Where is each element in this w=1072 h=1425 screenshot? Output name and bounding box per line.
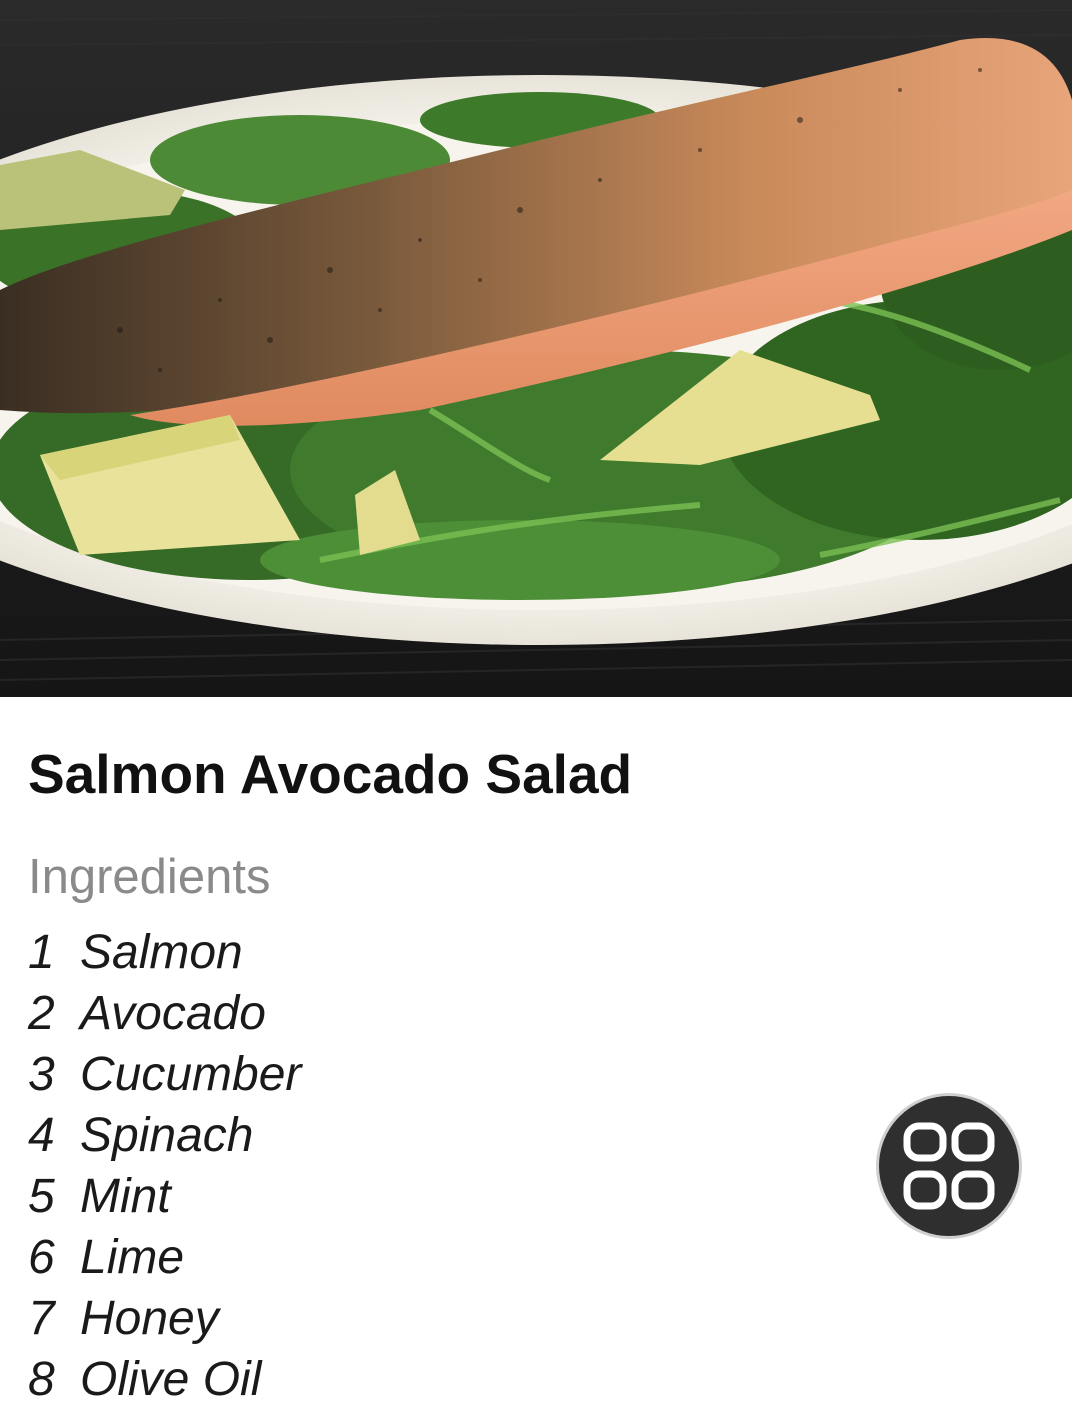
ingredient-name: Cucumber: [80, 1048, 302, 1101]
ingredient-item: 6 Lime: [28, 1227, 301, 1288]
ingredient-number: 5: [28, 1170, 55, 1223]
ingredient-number: 1: [28, 926, 55, 979]
recipe-photo: [0, 0, 1072, 697]
ingredient-number: 7: [28, 1292, 55, 1345]
ingredient-number: 2: [28, 987, 55, 1040]
ingredient-name: Olive Oil: [80, 1353, 262, 1406]
ingredient-item: 8 Olive Oil: [28, 1349, 301, 1410]
ingredient-number: 6: [28, 1231, 55, 1284]
ingredient-name: Salmon: [80, 926, 243, 979]
ingredient-item: 5 Mint: [28, 1166, 301, 1227]
ingredient-name: Spinach: [80, 1109, 254, 1162]
ingredient-item: 7 Honey: [28, 1288, 301, 1349]
ingredient-name: Honey: [80, 1292, 219, 1345]
apps-menu-button[interactable]: [876, 1093, 1022, 1239]
ingredients-list: 1 Salmon 2 Avocado 3 Cucumber 4 Spinach …: [28, 922, 301, 1410]
ingredient-item: 4 Spinach: [28, 1105, 301, 1166]
ingredient-number: 8: [28, 1353, 55, 1406]
ingredient-number: 3: [28, 1048, 55, 1101]
ingredient-name: Mint: [80, 1170, 171, 1223]
recipe-title: Salmon Avocado Salad: [28, 743, 633, 805]
ingredient-name: Avocado: [80, 987, 266, 1040]
ingredient-item: 3 Cucumber: [28, 1044, 301, 1105]
ingredient-item: 2 Avocado: [28, 983, 301, 1044]
ingredient-item: 1 Salmon: [28, 922, 301, 983]
ingredients-heading: Ingredients: [28, 850, 271, 904]
recipe-screen: Salmon Avocado Salad Ingredients 1 Salmo…: [0, 0, 1072, 1425]
ingredient-name: Lime: [80, 1231, 185, 1284]
ingredient-number: 4: [28, 1109, 55, 1162]
grid-apps-icon: [903, 1122, 995, 1210]
